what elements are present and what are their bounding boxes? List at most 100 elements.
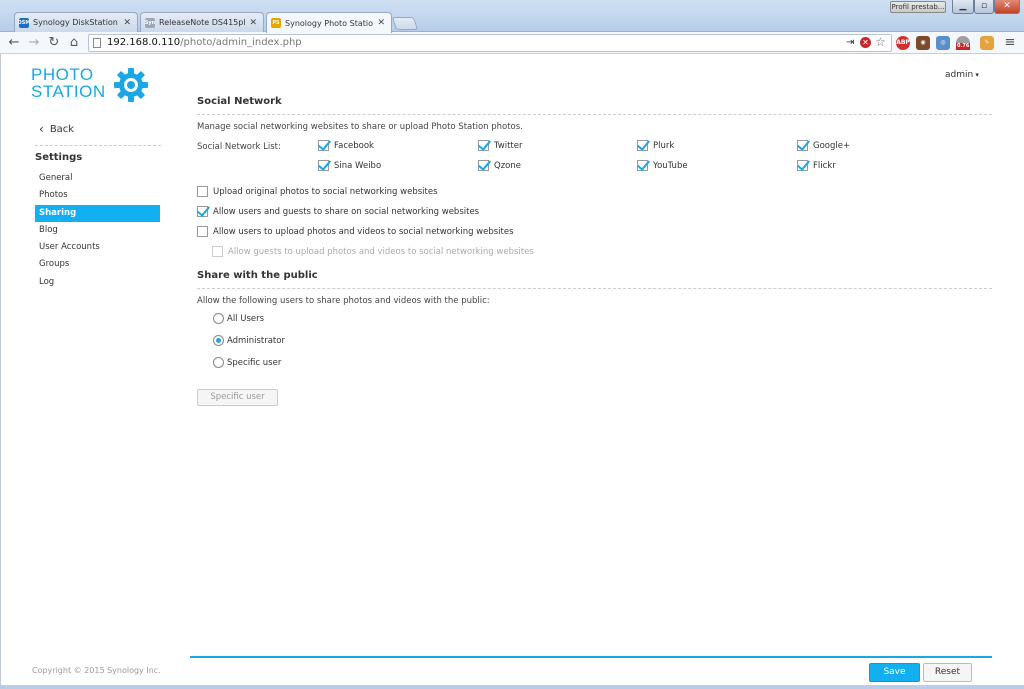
checkbox-box[interactable] <box>478 160 489 171</box>
user-menu[interactable]: admin ▾ <box>945 70 979 80</box>
chevron-left-icon: ‹ <box>39 122 44 136</box>
checkbox-plurk[interactable]: Plurk <box>637 140 674 151</box>
radio-label: Specific user <box>227 357 282 368</box>
browser-tab-releasenote[interactable]: Syn ReleaseNote DS415play - ✕ <box>140 12 264 32</box>
reload-icon[interactable]: ↻ <box>46 35 62 51</box>
browser-titlebar: DSM Synology DiskStation - Sy ✕ Syn Rele… <box>0 0 1024 33</box>
settings-menu: General Photos Sharing Blog User Account… <box>35 170 160 291</box>
checkbox-box[interactable] <box>197 226 208 237</box>
checkbox-box[interactable] <box>637 140 648 151</box>
window-frame <box>0 54 9 685</box>
specific-user-button[interactable]: Specific user <box>197 389 278 406</box>
pin-icon[interactable]: ⇥ <box>846 35 854 51</box>
checkbox-label: Twitter <box>494 140 523 151</box>
checkbox-label: YouTube <box>653 160 688 171</box>
checkbox-box[interactable] <box>797 140 808 151</box>
checkbox-label: Qzone <box>494 160 521 171</box>
translate-extension-icon[interactable]: ✎ <box>980 36 994 50</box>
back-label: Back <box>49 123 75 135</box>
checkbox-upload-original[interactable]: Upload original photos to social network… <box>197 186 438 197</box>
radio-dot[interactable] <box>213 357 224 368</box>
checkbox-box <box>212 246 223 257</box>
checkbox-box[interactable] <box>197 186 208 197</box>
browser-tab-photo-station[interactable]: PS Synology Photo Station 6 ✕ <box>266 12 392 33</box>
profile-button[interactable]: Profil prestab... <box>890 1 946 13</box>
menu-item-log[interactable]: Log <box>35 274 160 291</box>
tab-label: Synology DiskStation - Sy <box>33 18 119 27</box>
checkbox-label: Allow users to upload photos and videos … <box>213 226 514 237</box>
checkbox-box[interactable] <box>318 140 329 151</box>
adblock-icon[interactable]: ABP <box>896 36 910 50</box>
tab-label: Synology Photo Station 6 <box>285 18 373 28</box>
menu-item-general[interactable]: General <box>35 170 160 187</box>
menu-item-groups[interactable]: Groups <box>35 256 160 273</box>
radio-label: All Users <box>227 313 265 324</box>
section-divider <box>197 288 992 289</box>
checkbox-label: Allow guests to upload photos and videos… <box>228 246 534 257</box>
minimize-icon[interactable]: ▁ <box>952 0 974 14</box>
address-bar[interactable]: 192.168.0.110/photo/admin_index.php ⇥ ✕ … <box>88 34 892 52</box>
logo-text: PHOTO STATION <box>31 66 106 100</box>
checkbox-label: Plurk <box>653 140 675 151</box>
share-public-description: Allow the following users to share photo… <box>197 296 490 306</box>
synology-favicon-icon: Syn <box>144 17 156 28</box>
menu-item-user-accounts[interactable]: User Accounts <box>35 239 160 256</box>
checkbox-sina-weibo[interactable]: Sina Weibo <box>318 160 381 171</box>
checkbox-label: Google+ <box>813 140 851 151</box>
radio-dot[interactable] <box>213 335 224 346</box>
radio-administrator[interactable]: Administrator <box>213 335 285 346</box>
settings-heading: Settings <box>35 152 83 163</box>
back-arrow-icon[interactable]: ← <box>6 35 22 51</box>
close-tab-icon[interactable]: ✕ <box>123 18 131 28</box>
menu-item-sharing[interactable]: Sharing <box>35 204 160 222</box>
radio-specific-user[interactable]: Specific user <box>213 357 281 368</box>
photo-station-logo: PHOTO STATION <box>31 66 161 106</box>
reset-button[interactable]: Reset <box>923 663 972 682</box>
checkbox-allow-share[interactable]: Allow users and guests to share on socia… <box>197 206 479 217</box>
back-link[interactable]: ‹ Back <box>39 122 74 136</box>
social-network-list-label: Social Network List: <box>197 142 281 152</box>
logo-line-station: STATION <box>31 82 106 101</box>
checkbox-allow-users-upload[interactable]: Allow users to upload photos and videos … <box>197 226 514 237</box>
browser-tab-diskstation[interactable]: DSM Synology DiskStation - Sy ✕ <box>14 12 138 32</box>
camera-icon[interactable]: ◎ <box>936 36 950 50</box>
menu-hamburger-icon[interactable]: ≡ <box>1002 35 1018 51</box>
copyright: Copyright © 2015 Synology Inc. <box>32 666 161 675</box>
radio-label: Administrator <box>227 335 285 346</box>
username: admin <box>945 70 974 80</box>
checkbox-box[interactable] <box>478 140 489 151</box>
checkbox-qzone[interactable]: Qzone <box>478 160 521 171</box>
close-tab-icon[interactable]: ✕ <box>377 18 385 28</box>
menu-item-photos[interactable]: Photos <box>35 187 160 204</box>
checkbox-facebook[interactable]: Facebook <box>318 140 374 151</box>
instagram-icon[interactable]: ◉ <box>916 36 930 50</box>
checkbox-flickr[interactable]: Flickr <box>797 160 836 171</box>
browser-toolbar: ← → ↻ ⌂ 192.168.0.110/photo/admin_index.… <box>0 32 1024 54</box>
menu-item-blog[interactable]: Blog <box>35 222 160 239</box>
checkbox-allow-guests-upload: Allow guests to upload photos and videos… <box>212 246 534 257</box>
bookmark-star-icon[interactable]: ☆ <box>875 34 886 50</box>
close-tab-icon[interactable]: ✕ <box>249 18 257 28</box>
dsm-favicon-icon: DSM <box>17 17 31 28</box>
window-bottom-edge <box>0 685 1024 689</box>
checkbox-box[interactable] <box>197 206 208 217</box>
forward-arrow-icon[interactable]: → <box>26 35 42 51</box>
checkbox-label: Upload original photos to social network… <box>213 186 438 197</box>
photo-station-favicon-icon: PS <box>271 18 281 28</box>
speed-extension-icon[interactable]: 0.76 <box>956 36 971 50</box>
checkbox-box[interactable] <box>318 160 329 171</box>
sidebar-divider <box>35 145 161 146</box>
checkbox-google-plus[interactable]: Google+ <box>797 140 850 151</box>
checkbox-twitter[interactable]: Twitter <box>478 140 523 151</box>
close-window-icon[interactable]: ✕ <box>994 0 1020 14</box>
radio-dot[interactable] <box>213 313 224 324</box>
save-button[interactable]: Save <box>869 663 920 682</box>
maximize-icon[interactable]: ▫ <box>974 0 994 14</box>
checkbox-box[interactable] <box>797 160 808 171</box>
checkbox-box[interactable] <box>637 160 648 171</box>
checkbox-youtube[interactable]: YouTube <box>637 160 688 171</box>
home-icon[interactable]: ⌂ <box>66 35 82 51</box>
radio-all-users[interactable]: All Users <box>213 313 264 324</box>
new-tab-button[interactable] <box>391 17 419 30</box>
block-icon[interactable]: ✕ <box>860 37 871 48</box>
